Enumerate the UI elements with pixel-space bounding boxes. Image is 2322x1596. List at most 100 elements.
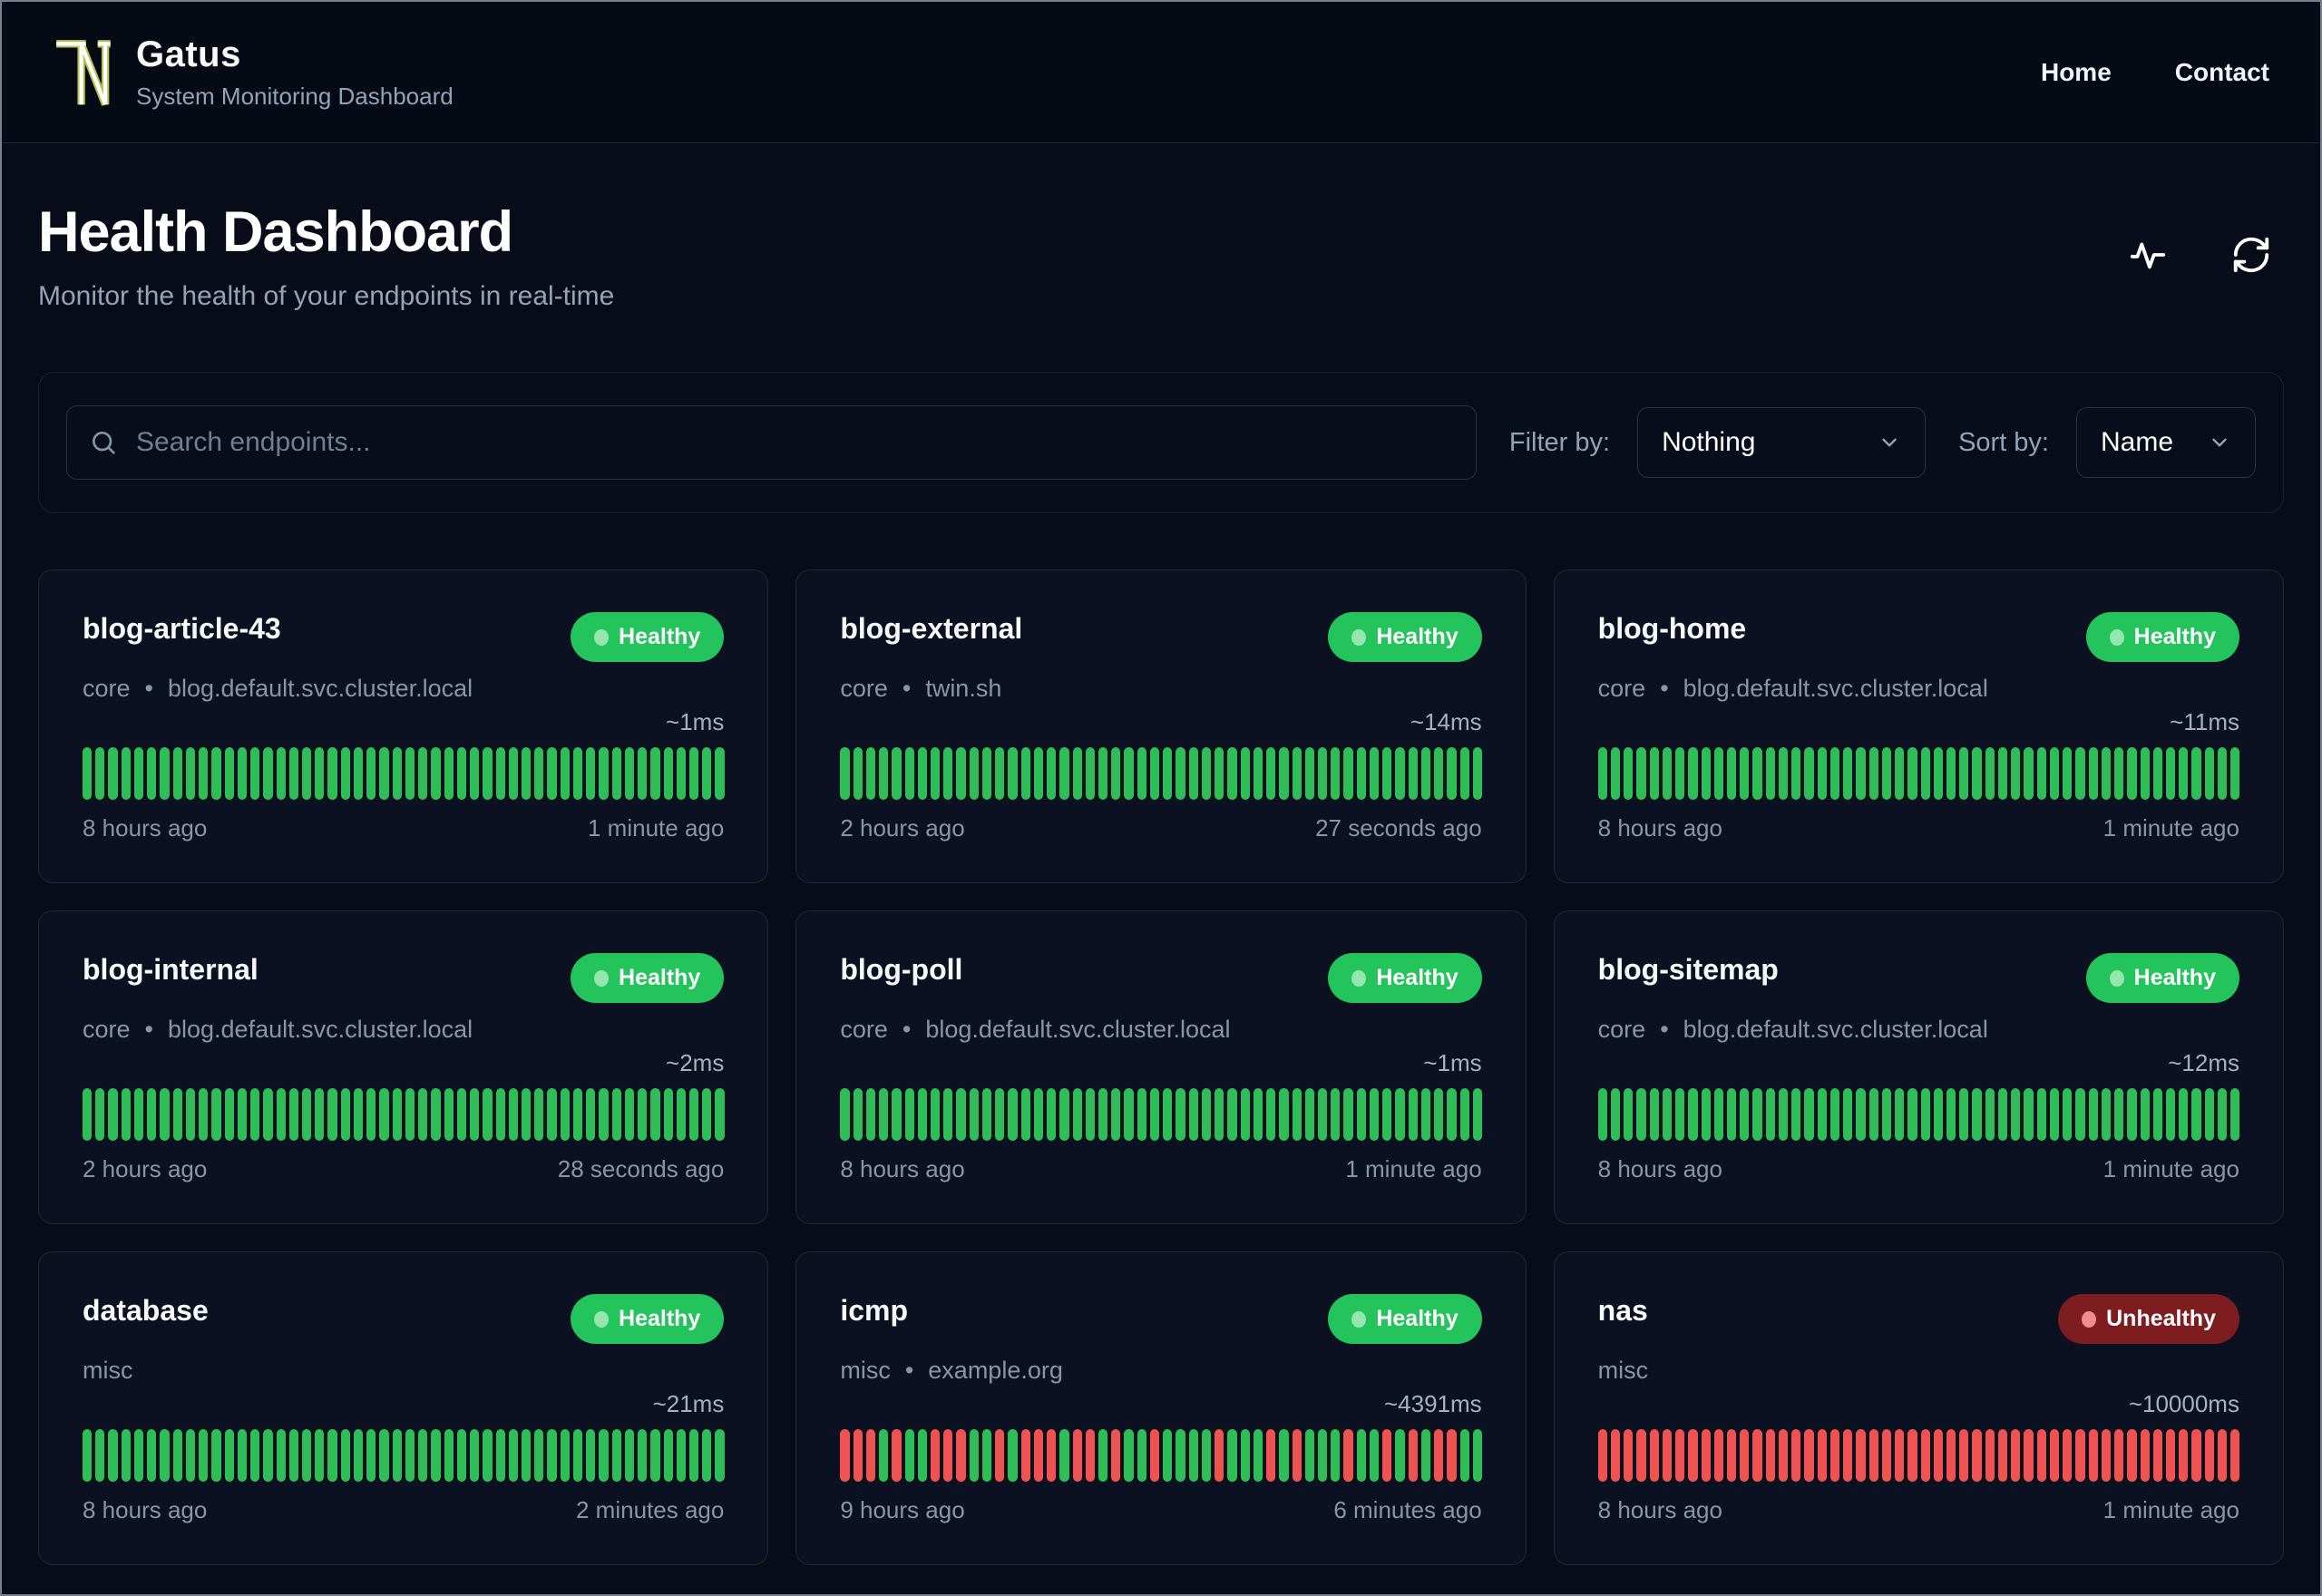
status-bar-success[interactable]: [1740, 747, 1750, 800]
status-bar-failure[interactable]: [2179, 1429, 2189, 1482]
status-bar-success[interactable]: [1331, 747, 1341, 800]
status-bar-success[interactable]: [1920, 1088, 1930, 1141]
status-bar-success[interactable]: [599, 1088, 609, 1141]
endpoint-card[interactable]: icmp Healthy misc • example.org ~4391ms …: [795, 1251, 1527, 1565]
status-bar-success[interactable]: [624, 1088, 635, 1141]
endpoint-card[interactable]: blog-internal Healthy core • blog.defaul…: [38, 910, 769, 1224]
status-bar-failure[interactable]: [1072, 1429, 1082, 1482]
status-bar-failure[interactable]: [1817, 1429, 1827, 1482]
status-bar-success[interactable]: [676, 747, 687, 800]
status-bar-success[interactable]: [1304, 1088, 1314, 1141]
status-bar-failure[interactable]: [1765, 1429, 1775, 1482]
status-bar-success[interactable]: [2101, 747, 2112, 800]
status-bar-success[interactable]: [1713, 1088, 1723, 1141]
status-bar-success[interactable]: [1304, 747, 1314, 800]
status-bar-success[interactable]: [1318, 1088, 1328, 1141]
status-bar-success[interactable]: [1804, 747, 1814, 800]
status-bar-success[interactable]: [1985, 1088, 1995, 1141]
status-bar-success[interactable]: [1420, 747, 1431, 800]
status-bar-success[interactable]: [1434, 1088, 1444, 1141]
status-bar-success[interactable]: [1791, 747, 1801, 800]
status-bar-success[interactable]: [1149, 1088, 1160, 1141]
status-bar-success[interactable]: [534, 1088, 544, 1141]
status-bar-success[interactable]: [956, 1088, 966, 1141]
status-bar-success[interactable]: [715, 747, 725, 800]
activity-button[interactable]: [2126, 233, 2170, 277]
status-bar-success[interactable]: [840, 747, 850, 800]
status-bar-success[interactable]: [327, 747, 337, 800]
status-bar-success[interactable]: [1240, 747, 1250, 800]
status-bar-failure[interactable]: [2114, 1429, 2124, 1482]
status-bar-success[interactable]: [147, 747, 157, 800]
status-bar-success[interactable]: [483, 1429, 493, 1482]
status-bar-success[interactable]: [1868, 747, 1878, 800]
status-bar-success[interactable]: [366, 1429, 376, 1482]
status-bar-success[interactable]: [1201, 1088, 1212, 1141]
status-bar-success[interactable]: [969, 1088, 979, 1141]
status-bar-success[interactable]: [892, 1088, 902, 1141]
status-bar-success[interactable]: [1072, 747, 1082, 800]
status-bar-success[interactable]: [1188, 1429, 1198, 1482]
status-bar-success[interactable]: [2075, 747, 2085, 800]
status-bar-failure[interactable]: [1636, 1429, 1646, 1482]
status-bar-success[interactable]: [1137, 1088, 1146, 1141]
status-bar-success[interactable]: [160, 747, 170, 800]
status-bar-success[interactable]: [586, 1429, 596, 1482]
status-bar-success[interactable]: [1240, 1088, 1250, 1141]
status-bar-success[interactable]: [495, 1088, 505, 1141]
status-bar-success[interactable]: [521, 1429, 532, 1482]
status-bar-success[interactable]: [340, 1088, 350, 1141]
status-bar-success[interactable]: [353, 1429, 364, 1482]
status-bar-success[interactable]: [1408, 747, 1418, 800]
status-bar-success[interactable]: [1829, 1088, 1840, 1141]
status-bar-success[interactable]: [237, 747, 248, 800]
status-bar-success[interactable]: [1266, 747, 1276, 800]
status-bar-success[interactable]: [1610, 1088, 1621, 1141]
status-bar-success[interactable]: [495, 1429, 505, 1482]
status-bar-success[interactable]: [83, 1088, 93, 1141]
status-bar-success[interactable]: [108, 1088, 118, 1141]
status-bar-success[interactable]: [1791, 1088, 1801, 1141]
status-bar-success[interactable]: [2088, 1088, 2098, 1141]
status-bar-failure[interactable]: [1997, 1429, 2008, 1482]
status-bar-success[interactable]: [715, 1429, 725, 1482]
status-bar-success[interactable]: [2204, 747, 2214, 800]
status-bar-failure[interactable]: [892, 1429, 902, 1482]
status-bar-success[interactable]: [1008, 747, 1018, 800]
status-bar-success[interactable]: [1636, 747, 1646, 800]
status-bar-success[interactable]: [1636, 1088, 1646, 1141]
status-bar-success[interactable]: [624, 747, 635, 800]
status-bar-success[interactable]: [288, 747, 298, 800]
status-bar-failure[interactable]: [1033, 1429, 1044, 1482]
status-bar-success[interactable]: [1176, 1429, 1185, 1482]
status-bar-success[interactable]: [1318, 1429, 1328, 1482]
status-bar-success[interactable]: [1279, 1429, 1289, 1482]
status-bar-success[interactable]: [689, 1088, 699, 1141]
status-bar-success[interactable]: [340, 1429, 350, 1482]
status-bar-success[interactable]: [353, 1088, 364, 1141]
status-bar-success[interactable]: [327, 1088, 337, 1141]
status-bar-success[interactable]: [2152, 1088, 2162, 1141]
status-bar-success[interactable]: [288, 1429, 298, 1482]
status-bar-success[interactable]: [211, 1429, 221, 1482]
status-bar-success[interactable]: [1253, 1088, 1263, 1141]
status-bar-success[interactable]: [2127, 1088, 2137, 1141]
status-bar-success[interactable]: [1227, 1088, 1237, 1141]
status-bar-failure[interactable]: [2088, 1429, 2098, 1482]
status-bar-success[interactable]: [160, 1429, 170, 1482]
status-bar-success[interactable]: [95, 1088, 105, 1141]
status-bar-success[interactable]: [1752, 747, 1762, 800]
status-bar-success[interactable]: [904, 1088, 914, 1141]
status-bar-success[interactable]: [1907, 1088, 1917, 1141]
filter-select[interactable]: Nothing: [1637, 407, 1927, 478]
status-bar-success[interactable]: [418, 1088, 428, 1141]
status-bar-success[interactable]: [2140, 747, 2150, 800]
status-bar-success[interactable]: [483, 1088, 493, 1141]
status-bar-success[interactable]: [1662, 747, 1673, 800]
endpoint-card[interactable]: blog-poll Healthy core • blog.default.sv…: [795, 910, 1527, 1224]
status-bar-success[interactable]: [981, 1088, 992, 1141]
status-bar-success[interactable]: [599, 1429, 609, 1482]
status-bar-success[interactable]: [1201, 1429, 1212, 1482]
status-bar-success[interactable]: [1597, 747, 1607, 800]
status-bar-failure[interactable]: [2011, 1429, 2021, 1482]
